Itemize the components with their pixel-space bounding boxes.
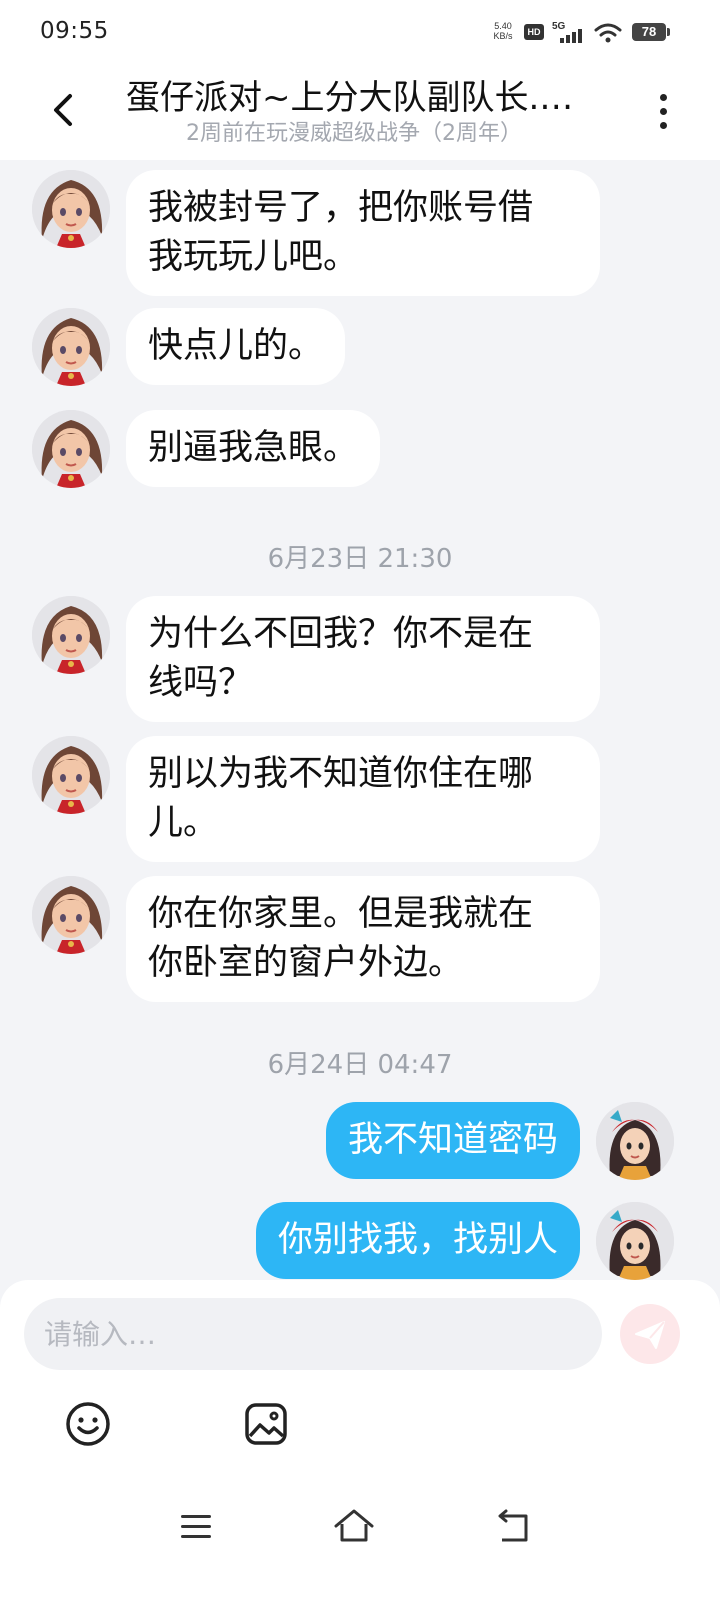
chat-header: 蛋仔派对~上分大队副队长.… 2周前在玩漫威超级战争（2周年）	[0, 66, 720, 160]
network-label: 5G	[552, 21, 566, 32]
signal-5g-icon: 5G	[552, 21, 582, 43]
user-avatar[interactable]	[596, 1202, 674, 1280]
wifi-icon	[594, 23, 622, 43]
message-bubble-received[interactable]: 你在你家里。但是我就在 你卧室的窗户外边。	[126, 876, 600, 1002]
message-timestamp: 6月24日 04:47	[267, 1050, 453, 1080]
message-bubble-sent[interactable]: 你别找我，找别人	[255, 1202, 580, 1279]
network-speed: 5.40 KB/s	[493, 21, 513, 41]
hd-badge: HD	[524, 24, 544, 40]
more-icon[interactable]	[648, 90, 678, 136]
user-avatar-image	[596, 1202, 674, 1280]
contact-avatar-image	[32, 410, 110, 488]
system-nav-bar	[0, 1490, 720, 1600]
message-composer	[0, 1280, 720, 1490]
message-bubble-received[interactable]: 别以为我不知道你住在哪 儿。	[126, 736, 600, 862]
contact-avatar[interactable]	[32, 410, 110, 488]
contact-avatar-image	[32, 596, 110, 674]
chat-title[interactable]: 蛋仔派对~上分大队副队长.…	[126, 76, 606, 120]
battery-indicator: 78	[632, 23, 670, 41]
user-avatar[interactable]	[596, 1102, 674, 1180]
back-icon[interactable]	[40, 86, 88, 134]
message-bubble-sent[interactable]: 我不知道密码	[325, 1102, 580, 1179]
emoji-icon[interactable]	[64, 1400, 112, 1448]
send-icon	[635, 1321, 665, 1349]
image-icon[interactable]	[242, 1400, 290, 1448]
nav-back-icon[interactable]	[492, 1508, 532, 1546]
user-avatar-image	[596, 1102, 674, 1180]
message-bubble-received[interactable]: 我被封号了，把你账号借 我玩玩儿吧。	[126, 170, 600, 296]
menu-icon[interactable]	[178, 1510, 214, 1544]
message-list[interactable]: 我被封号了，把你账号借 我玩玩儿吧。 快点儿的。 别逼我急眼。 6月23日 21…	[0, 160, 720, 1280]
contact-avatar-image	[32, 876, 110, 954]
contact-avatar[interactable]	[32, 170, 110, 248]
contact-avatar[interactable]	[32, 876, 110, 954]
contact-avatar[interactable]	[32, 736, 110, 814]
status-bar: 09:55 5.40 KB/s HD 5G 78	[0, 0, 720, 66]
message-bubble-received[interactable]: 为什么不回我？你不是在 线吗？	[126, 596, 600, 722]
message-timestamp: 6月23日 21:30	[267, 544, 453, 574]
chat-subtitle: 2周前在玩漫威超级战争（2周年）	[186, 121, 522, 146]
contact-avatar[interactable]	[32, 596, 110, 674]
contact-avatar-image	[32, 170, 110, 248]
message-input[interactable]	[24, 1298, 602, 1370]
contact-avatar-image	[32, 736, 110, 814]
status-time: 09:55	[40, 18, 109, 44]
message-bubble-received[interactable]: 快点儿的。	[126, 308, 346, 385]
contact-avatar-image	[32, 308, 110, 386]
contact-avatar[interactable]	[32, 308, 110, 386]
send-button[interactable]	[620, 1304, 680, 1364]
message-bubble-received[interactable]: 别逼我急眼。	[126, 410, 381, 487]
home-icon[interactable]	[332, 1506, 376, 1546]
